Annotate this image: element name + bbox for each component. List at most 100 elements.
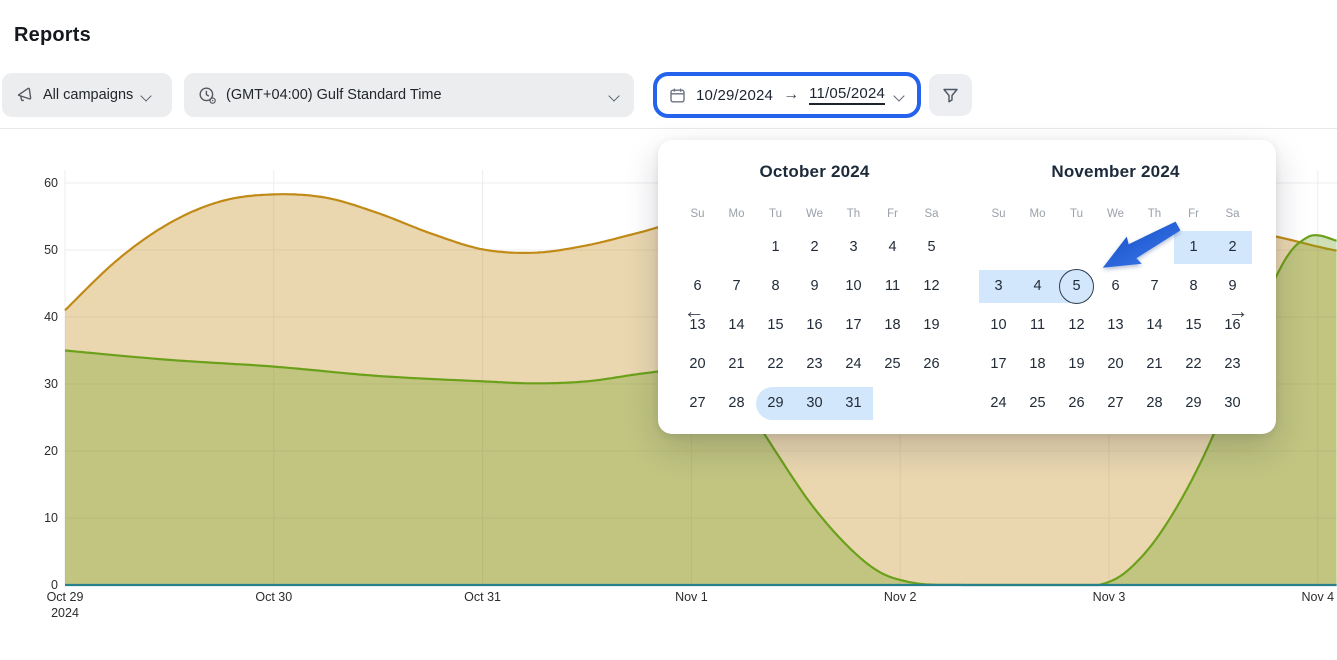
day-number: 4 <box>1033 278 1041 294</box>
megaphone-icon <box>16 86 34 104</box>
campaigns-label: All campaigns <box>43 87 133 103</box>
calendar-day[interactable]: 19 <box>1057 345 1096 384</box>
calendar-day[interactable]: 25 <box>873 345 912 384</box>
weekday-label: Fr <box>1174 200 1213 228</box>
day-number: 17 <box>845 317 861 333</box>
range-end-date[interactable]: 11/05/2024 <box>809 85 885 105</box>
day-number: 2 <box>810 239 818 255</box>
day-number: 19 <box>1068 356 1084 372</box>
calendar-day[interactable]: 4 <box>1018 267 1057 306</box>
day-number: 19 <box>923 317 939 333</box>
weekday-row: SuMoTuWeThFrSa <box>678 200 951 228</box>
date-range-picker[interactable]: 10/29/2024 → 11/05/2024 <box>657 76 917 114</box>
calendar-day[interactable]: 9 <box>795 267 834 306</box>
calendar-day[interactable]: 1 <box>1174 228 1213 267</box>
calendar-day[interactable]: 25 <box>1018 384 1057 423</box>
calendar-day[interactable]: 2 <box>1213 228 1252 267</box>
calendar-day[interactable]: 5 <box>1057 267 1096 306</box>
calendar-day[interactable]: 28 <box>1135 384 1174 423</box>
calendar-day[interactable]: 5 <box>912 228 951 267</box>
calendar-day[interactable]: 26 <box>912 345 951 384</box>
x-axis-label: Oct 31 <box>464 590 501 604</box>
day-number: 26 <box>923 356 939 372</box>
calendar-day[interactable]: 17 <box>979 345 1018 384</box>
calendar-day[interactable]: 6 <box>1096 267 1135 306</box>
calendar-day[interactable]: 13 <box>1096 306 1135 345</box>
day-number: 4 <box>888 239 896 255</box>
chevron-down-icon <box>610 90 620 100</box>
calendar-day[interactable]: 22 <box>1174 345 1213 384</box>
x-axis-label: Oct 30 <box>255 590 292 604</box>
calendar-day[interactable]: 4 <box>873 228 912 267</box>
day-number: 11 <box>885 278 900 294</box>
calendar-day[interactable]: 23 <box>1213 345 1252 384</box>
calendar-day[interactable]: 11 <box>873 267 912 306</box>
calendar-day[interactable]: 27 <box>1096 384 1135 423</box>
calendar-day[interactable]: 1 <box>756 228 795 267</box>
calendar-day[interactable]: 11 <box>1018 306 1057 345</box>
calendar-day[interactable]: 8 <box>756 267 795 306</box>
weekday-label: Th <box>1135 200 1174 228</box>
calendar-day[interactable]: 14 <box>717 306 756 345</box>
calendar-day[interactable]: 13 <box>678 306 717 345</box>
calendar-day[interactable]: 31 <box>834 384 873 423</box>
calendar-day[interactable]: 21 <box>1135 345 1174 384</box>
calendar-day[interactable]: 12 <box>1057 306 1096 345</box>
calendar-day[interactable]: 15 <box>756 306 795 345</box>
calendar-icon <box>669 87 686 104</box>
day-number: 29 <box>767 395 783 411</box>
calendar-day[interactable]: 27 <box>678 384 717 423</box>
calendar-day[interactable]: 20 <box>1096 345 1135 384</box>
calendar-day[interactable]: 10 <box>834 267 873 306</box>
calendar-day[interactable]: 23 <box>795 345 834 384</box>
calendar-day[interactable]: 3 <box>979 267 1018 306</box>
calendar-day[interactable]: 7 <box>1135 267 1174 306</box>
calendar-day[interactable]: 24 <box>834 345 873 384</box>
filter-button[interactable] <box>929 74 972 116</box>
calendar-day[interactable]: 26 <box>1057 384 1096 423</box>
calendar-day[interactable]: 30 <box>1213 384 1252 423</box>
calendar-day[interactable]: 16 <box>795 306 834 345</box>
calendar-day[interactable]: 24 <box>979 384 1018 423</box>
day-number: 20 <box>689 356 705 372</box>
calendar-day[interactable]: 29 <box>756 384 795 423</box>
calendar-day[interactable]: 16 <box>1213 306 1252 345</box>
day-number: 7 <box>732 278 740 294</box>
calendar-day[interactable]: 29 <box>1174 384 1213 423</box>
day-number: 26 <box>1068 395 1084 411</box>
day-grid: 1234567891011121314151617181920212223242… <box>979 228 1252 423</box>
calendar-day[interactable]: 19 <box>912 306 951 345</box>
calendar-day[interactable]: 21 <box>717 345 756 384</box>
calendar-day[interactable]: 12 <box>912 267 951 306</box>
day-number: 22 <box>1185 356 1201 372</box>
day-number: 15 <box>767 317 783 333</box>
calendar-day[interactable]: 14 <box>1135 306 1174 345</box>
day-number: 13 <box>1107 317 1123 333</box>
calendar-day[interactable]: 17 <box>834 306 873 345</box>
day-number: 16 <box>806 317 822 333</box>
calendar-day[interactable]: 28 <box>717 384 756 423</box>
day-number: 10 <box>990 317 1006 333</box>
calendar-day[interactable]: 9 <box>1213 267 1252 306</box>
calendar-day[interactable]: 3 <box>834 228 873 267</box>
calendar-day[interactable]: 8 <box>1174 267 1213 306</box>
weekday-label: Th <box>834 200 873 228</box>
timezone-dropdown[interactable]: (GMT+04:00) Gulf Standard Time <box>184 73 634 117</box>
weekday-label: We <box>795 200 834 228</box>
calendar-day[interactable]: 15 <box>1174 306 1213 345</box>
range-start-date[interactable]: 10/29/2024 <box>696 87 773 104</box>
calendar-day[interactable]: 10 <box>979 306 1018 345</box>
weekday-row: SuMoTuWeThFrSa <box>979 200 1252 228</box>
calendar-day[interactable]: 20 <box>678 345 717 384</box>
campaigns-dropdown[interactable]: All campaigns <box>2 73 172 117</box>
calendar-day[interactable]: 7 <box>717 267 756 306</box>
chevron-down-icon <box>895 90 905 100</box>
day-number: 18 <box>1029 356 1045 372</box>
day-number: 14 <box>728 317 744 333</box>
calendar-day[interactable]: 2 <box>795 228 834 267</box>
calendar-day[interactable]: 18 <box>873 306 912 345</box>
calendar-day[interactable]: 30 <box>795 384 834 423</box>
calendar-day[interactable]: 18 <box>1018 345 1057 384</box>
calendar-day[interactable]: 6 <box>678 267 717 306</box>
calendar-day[interactable]: 22 <box>756 345 795 384</box>
